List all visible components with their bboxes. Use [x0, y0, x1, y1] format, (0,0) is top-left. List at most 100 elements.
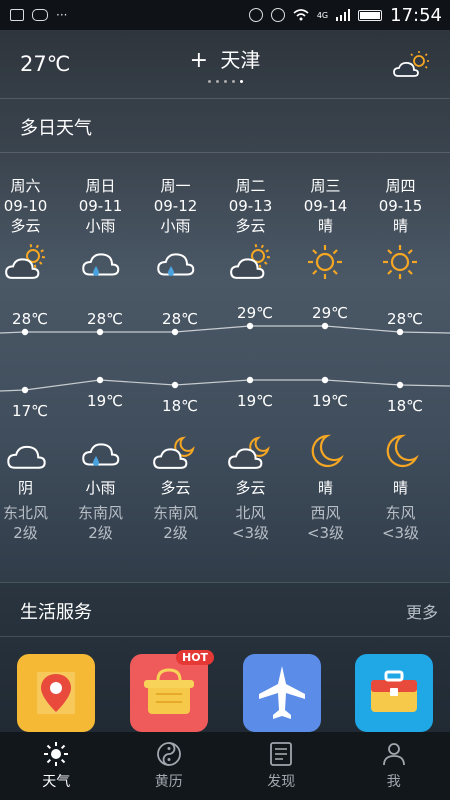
forecast-day[interactable]: 周六 09-10 多云 — [0, 176, 63, 236]
add-city-icon[interactable]: + — [190, 48, 208, 73]
day-weather-icon — [76, 242, 124, 282]
tab-label: 发现 — [267, 774, 296, 790]
forecast-day[interactable]: 周二 09-13 多云 — [213, 176, 288, 236]
wind-direction: 东南风 — [77, 504, 123, 522]
day-weather-icon — [151, 242, 199, 282]
status-bar: ··· 4G 17:54 — [0, 0, 450, 30]
shopping-basket-icon — [144, 668, 194, 714]
travel-service-button[interactable] — [355, 654, 433, 732]
low-temp-point — [396, 381, 404, 389]
partly-cloudy-icon[interactable] — [392, 50, 432, 80]
shopping-service-button[interactable] — [130, 654, 208, 732]
night-condition: 小雨 — [85, 479, 116, 497]
forecast-day[interactable]: 周四 09-15 晴 — [363, 176, 438, 236]
tab-label: 我 — [386, 774, 401, 790]
tab-discover[interactable]: 发现 — [225, 732, 338, 800]
low-temp-label: 18℃ — [162, 397, 198, 415]
page-indicator — [0, 80, 450, 83]
flight-service-button[interactable] — [243, 654, 321, 732]
weekday: 周一 — [160, 177, 191, 195]
day-condition: 多云 — [235, 217, 266, 235]
divider — [0, 98, 450, 99]
night-condition: 晴 — [317, 479, 333, 497]
city-selector[interactable]: + 天津 — [0, 44, 450, 73]
high-temp-label: 29℃ — [312, 304, 348, 322]
high-temp-point — [246, 322, 254, 330]
date: 09-11 — [78, 197, 123, 215]
high-temp-point — [171, 328, 179, 336]
tab-almanac[interactable]: 黄历 — [113, 732, 226, 800]
wind-level: <3级 — [231, 524, 270, 542]
map-service-button[interactable] — [17, 654, 95, 732]
night-weather-icon — [151, 432, 199, 472]
moon-icon — [311, 434, 344, 468]
wind-direction: 东南风 — [152, 504, 198, 522]
divider — [0, 582, 450, 583]
header: 27℃ + 天津 — [0, 30, 450, 98]
weekday: 周四 — [385, 177, 416, 195]
wind-info: 北风 <3级 — [213, 503, 288, 543]
high-temp-point — [21, 328, 29, 336]
day-condition: 晴 — [392, 217, 408, 235]
night-condition: 多云 — [160, 479, 191, 497]
forecast-day[interactable]: 周一 09-12 小雨 — [138, 176, 213, 236]
low-temp-line — [0, 379, 450, 392]
bottom-tab-bar: 天气 黄历 发现 我 — [0, 732, 450, 800]
weekday: 周日 — [85, 177, 116, 195]
night-condition: 晴 — [392, 479, 408, 497]
wind-direction: 西风 — [310, 504, 341, 522]
wind-info: 东南风 2级 — [63, 503, 138, 543]
date: 09-10 — [3, 197, 48, 215]
wind-info: 西风 <3级 — [288, 503, 363, 543]
briefcase-icon — [371, 670, 417, 712]
night-condition: 阴 — [17, 479, 33, 497]
low-temp-point — [246, 376, 254, 384]
alarm-icon — [270, 8, 285, 22]
more-notifications: ··· — [56, 8, 68, 22]
wind-info: 东北风 2级 — [0, 503, 63, 543]
battery-icon — [358, 9, 383, 21]
low-temp-point — [96, 376, 104, 384]
voicemail-icon — [32, 9, 48, 21]
forecast-day[interactable]: 周日 09-11 小雨 — [63, 176, 138, 236]
city-name: 天津 — [220, 48, 261, 72]
forecast-title: 多日天气 — [20, 118, 92, 139]
night-weather-icon — [76, 432, 124, 472]
high-temp-label: 28℃ — [87, 310, 123, 328]
weekday: 周三 — [310, 177, 341, 195]
wind-level: <3级 — [381, 524, 420, 542]
high-temp-point — [396, 328, 404, 336]
date: 09-15 — [378, 197, 423, 215]
divider — [0, 152, 450, 153]
wind-info: 东南风 2级 — [138, 503, 213, 543]
more-services-link[interactable]: 更多 — [406, 599, 438, 623]
night-weather-icon — [226, 432, 274, 472]
date: 09-12 — [153, 197, 198, 215]
tab-weather[interactable]: 天气 — [0, 732, 113, 800]
divider — [0, 636, 450, 637]
low-temp-point — [171, 381, 179, 389]
low-temp-label: 19℃ — [312, 392, 348, 410]
wind-level: 2级 — [88, 524, 113, 542]
sun-icon — [308, 245, 342, 279]
night-condition: 多云 — [235, 479, 266, 497]
cloudy-moon-icon — [153, 436, 195, 469]
forecast-day[interactable]: 周三 09-14 晴 — [288, 176, 363, 236]
tab-me[interactable]: 我 — [338, 732, 450, 800]
partly-cloudy-icon — [5, 244, 46, 279]
low-temp-label: 17℃ — [12, 402, 48, 420]
wind-direction: 东风 — [385, 504, 416, 522]
cloudy-icon — [7, 445, 46, 469]
signal-icon — [336, 9, 351, 21]
status-time: 17:54 — [390, 4, 442, 26]
rain-icon — [82, 443, 120, 466]
high-temp-label: 28℃ — [162, 310, 198, 328]
airplane-icon — [259, 666, 305, 719]
day-weather-icon — [376, 242, 424, 282]
high-temp-point — [321, 322, 329, 330]
high-temp-point — [96, 328, 104, 336]
news-icon — [270, 742, 293, 766]
services-title: 生活服务 — [20, 602, 92, 623]
sun-icon — [44, 742, 69, 766]
wifi-icon — [293, 9, 309, 21]
